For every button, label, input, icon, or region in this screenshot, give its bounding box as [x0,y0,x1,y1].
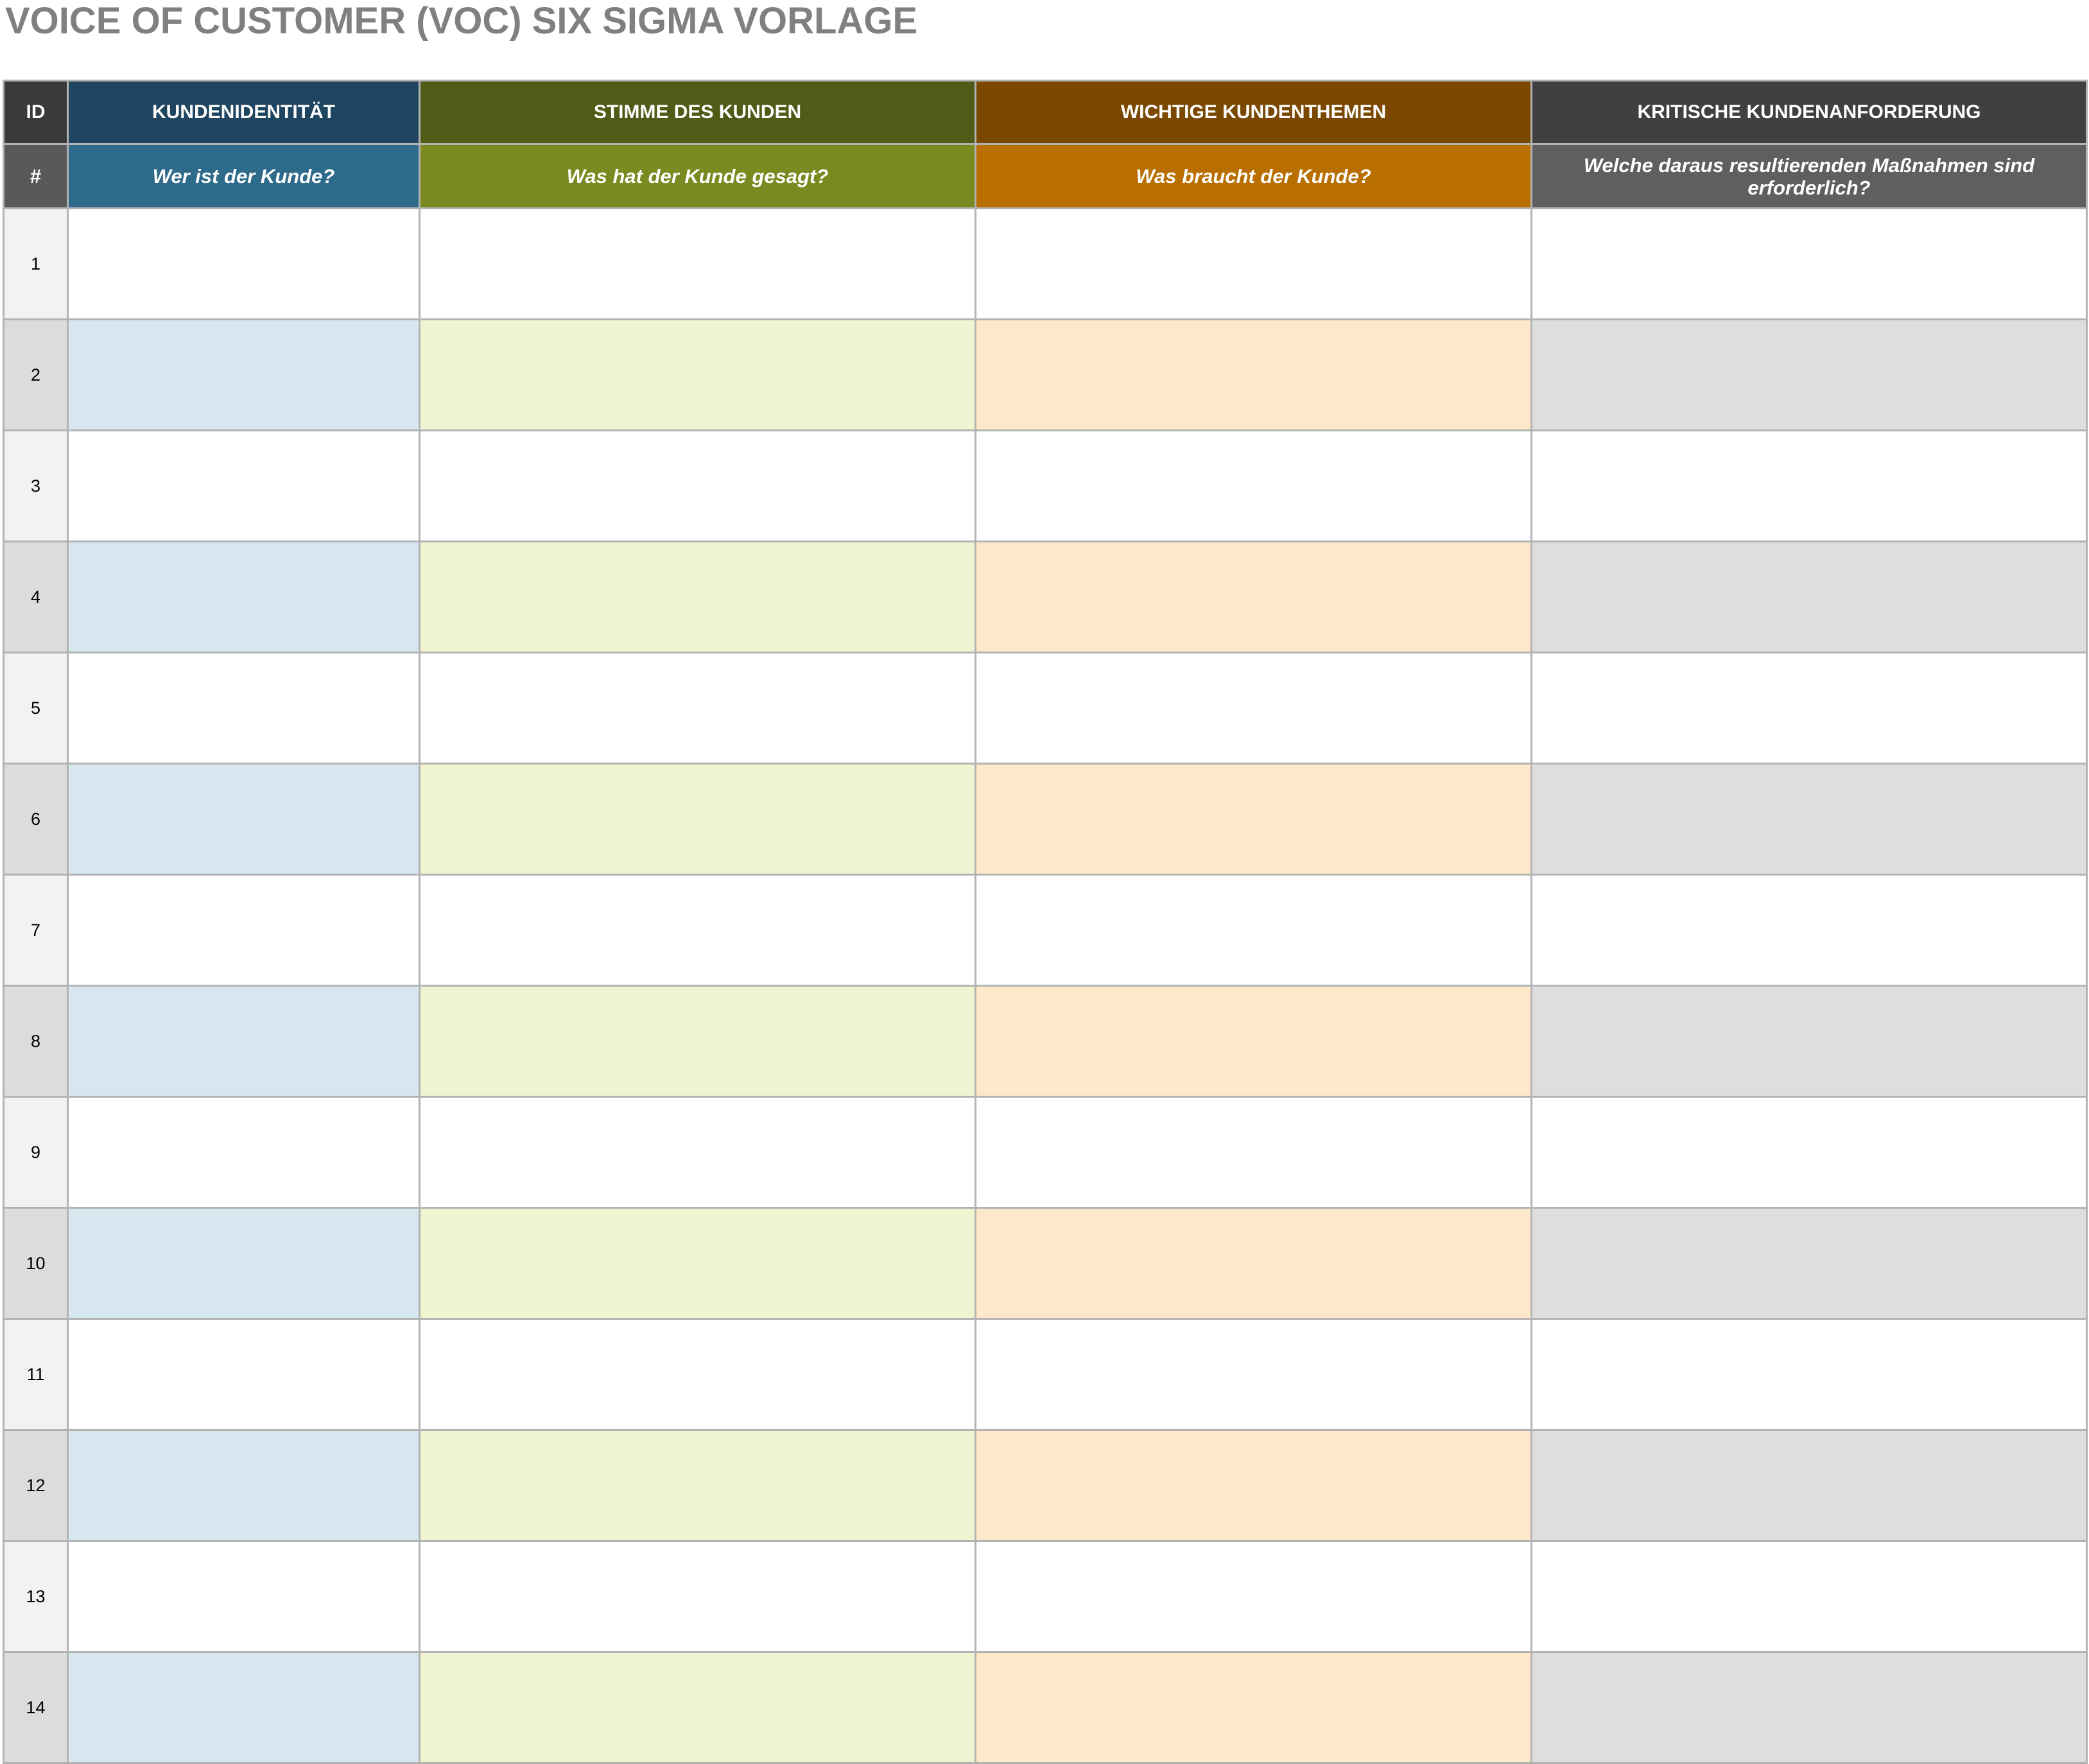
table-cell[interactable] [67,763,420,876]
row-id: 13 [3,1540,69,1653]
row-id: 3 [3,429,69,542]
table-cell[interactable] [67,429,420,542]
table-cell[interactable] [975,1096,1532,1209]
table-cell[interactable] [1530,540,2088,653]
page-title: VOICE OF CUSTOMER (VOC) SIX SIGMA VORLAG… [5,0,918,42]
table-cell[interactable] [1530,318,2088,431]
table-cell[interactable] [975,540,1532,653]
table-row: 7 [3,874,2088,987]
row-id: 10 [3,1207,69,1320]
question-wichtige-kundenthemen: Was braucht der Kunde? [975,143,1532,209]
row-id: 9 [3,1096,69,1209]
table-row: 9 [3,1096,2088,1209]
table-row: 6 [3,763,2088,876]
table-cell[interactable] [1530,1540,2088,1653]
row-id: 5 [3,652,69,765]
table-cell[interactable] [975,429,1532,542]
table-cell[interactable] [67,1540,420,1653]
question-stimme-des-kunden: Was hat der Kunde gesagt? [419,143,976,209]
table-cell[interactable] [419,1651,976,1764]
table-row: 13 [3,1540,2088,1653]
table-cell[interactable] [975,652,1532,765]
table-cell[interactable] [419,652,976,765]
table-cell[interactable] [67,540,420,653]
table-cell[interactable] [419,1429,976,1542]
table-row: 14 [3,1651,2088,1764]
table-cell[interactable] [1530,985,2088,1098]
table-cell[interactable] [1530,207,2088,320]
table-cell[interactable] [67,874,420,987]
row-id: 7 [3,874,69,987]
row-id: 1 [3,207,69,320]
header-kritische-kundenanforderung: KRITISCHE KUNDENANFORDERUNG [1530,80,2088,145]
table-cell[interactable] [975,874,1532,987]
table-row: 8 [3,985,2088,1098]
table-row: 10 [3,1207,2088,1320]
table-row: 3 [3,429,2088,542]
row-id: 8 [3,985,69,1098]
table-row: 2 [3,318,2088,431]
table-cell[interactable] [67,207,420,320]
table-cell[interactable] [1530,763,2088,876]
id-header: ID [3,80,69,145]
header-stimme-des-kunden: STIMME DES KUNDEN [419,80,976,145]
table-cell[interactable] [419,429,976,542]
row-id: 4 [3,540,69,653]
table-cell[interactable] [419,1318,976,1431]
hash-header: # [3,143,69,209]
table-row: 4 [3,540,2088,653]
table-cell[interactable] [67,318,420,431]
table-row: 5 [3,652,2088,765]
table-cell[interactable] [67,652,420,765]
table-cell[interactable] [419,1207,976,1320]
row-id: 11 [3,1318,69,1431]
table-cell[interactable] [67,1207,420,1320]
header-wichtige-kundenthemen: WICHTIGE KUNDENTHEMEN [975,80,1532,145]
header-row: ID KUNDENIDENTITÄT STIMME DES KUNDEN WIC… [3,80,2088,145]
table-cell[interactable] [975,207,1532,320]
table-cell[interactable] [1530,1651,2088,1764]
table-cell[interactable] [1530,429,2088,542]
table-cell[interactable] [419,1096,976,1209]
row-id: 14 [3,1651,69,1764]
table-cell[interactable] [1530,1207,2088,1320]
table-cell[interactable] [975,763,1532,876]
table-cell[interactable] [975,1207,1532,1320]
table-cell[interactable] [1530,1318,2088,1431]
row-id: 2 [3,318,69,431]
table-row: 1 [3,207,2088,320]
table-cell[interactable] [419,318,976,431]
row-id: 12 [3,1429,69,1542]
table-cell[interactable] [1530,652,2088,765]
table-cell[interactable] [67,1651,420,1764]
table-cell[interactable] [419,207,976,320]
table-cell[interactable] [67,985,420,1098]
table-cell[interactable] [975,318,1532,431]
table-cell[interactable] [1530,874,2088,987]
table-cell[interactable] [419,763,976,876]
table-cell[interactable] [419,874,976,987]
table-row: 12 [3,1429,2088,1542]
table-cell[interactable] [1530,1096,2088,1209]
voc-table: ID KUNDENIDENTITÄT STIMME DES KUNDEN WIC… [3,80,2088,1764]
table-cell[interactable] [975,1651,1532,1764]
table-cell[interactable] [419,1540,976,1653]
table-cell[interactable] [67,1096,420,1209]
header-kundenidentitaet: KUNDENIDENTITÄT [67,80,420,145]
table-cell[interactable] [975,1540,1532,1653]
table-cell[interactable] [67,1429,420,1542]
subheader-row: # Wer ist der Kunde? Was hat der Kunde g… [3,143,2088,209]
table-cell[interactable] [419,985,976,1098]
table-cell[interactable] [419,540,976,653]
row-id: 6 [3,763,69,876]
table-cell[interactable] [975,1318,1532,1431]
table-cell[interactable] [1530,1429,2088,1542]
table-cell[interactable] [975,985,1532,1098]
table-row: 11 [3,1318,2088,1431]
table-cell[interactable] [975,1429,1532,1542]
question-kritische-kundenanforderung: Welche daraus resultierenden Maßnahmen s… [1530,143,2088,209]
question-kundenidentitaet: Wer ist der Kunde? [67,143,420,209]
table-cell[interactable] [67,1318,420,1431]
